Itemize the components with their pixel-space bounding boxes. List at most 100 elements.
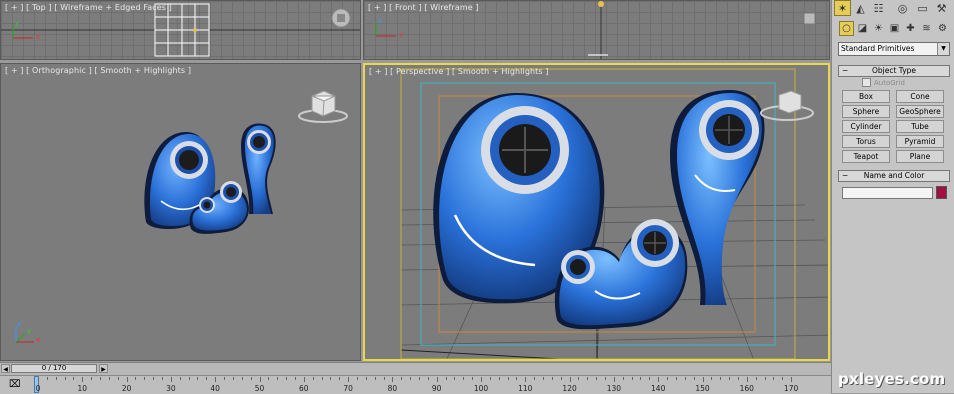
timeline-minor-tick <box>162 377 164 380</box>
timeline-tick-label: 170 <box>783 384 799 393</box>
next-frame-icon[interactable]: ▶ <box>99 364 108 373</box>
object-color-swatch[interactable] <box>936 186 947 199</box>
timeline-tick <box>126 377 128 382</box>
create-icon[interactable]: ✶ <box>834 0 851 16</box>
timeline-minor-tick <box>356 377 358 380</box>
timeline-minor-tick <box>560 377 562 380</box>
timeline-minor-tick <box>64 377 66 380</box>
timeline-tick <box>392 377 394 382</box>
pyramid-button[interactable]: Pyramid <box>896 135 944 148</box>
timeline-tick <box>613 377 615 382</box>
collapse-icon: − <box>842 171 849 180</box>
timeline-minor-tick <box>232 377 234 380</box>
cone-button[interactable]: Cone <box>896 90 944 103</box>
timeline-minor-tick <box>605 377 607 380</box>
plane-button[interactable]: Plane <box>896 150 944 163</box>
timeline-minor-tick <box>551 377 553 380</box>
timeline-minor-tick <box>294 377 296 380</box>
teapot-button[interactable]: Teapot <box>842 150 890 163</box>
timeline-minor-tick <box>711 377 713 380</box>
box-button[interactable]: Box <box>842 90 890 103</box>
autogrid-checkbox[interactable]: AutoGrid <box>862 78 905 87</box>
timeline-tick-label: 0 <box>35 384 41 393</box>
timeline-tick-label: 100 <box>473 384 489 393</box>
geometry-icon[interactable]: ○ <box>839 21 854 36</box>
timeline-minor-tick <box>188 377 190 380</box>
viewport-label[interactable]: [ + ] [ Top ] [ Wireframe + Edged Faces … <box>5 3 172 12</box>
helpers-icon[interactable]: ✚ <box>903 21 918 36</box>
timeline-minor-tick <box>649 377 651 380</box>
timeline-minor-tick <box>516 377 518 380</box>
timeline-minor-tick <box>117 377 119 380</box>
perspective-scene <box>400 68 828 359</box>
cylinder-button[interactable]: Cylinder <box>842 120 890 133</box>
cameras-icon[interactable]: ▣ <box>887 21 902 36</box>
timeline-tick <box>569 377 571 382</box>
timeline-minor-tick <box>339 377 341 380</box>
timeline-tick-label: 90 <box>431 384 442 393</box>
timeline-tick <box>702 377 704 382</box>
timeline-minor-tick <box>463 377 465 380</box>
timeline-minor-tick <box>773 377 775 380</box>
viewport-label[interactable]: [ + ] [ Orthographic ] [ Smooth + Highli… <box>5 66 191 75</box>
timeline-minor-tick <box>268 377 270 380</box>
axis-label-x: x <box>36 33 41 41</box>
chevron-down-icon[interactable]: ▼ <box>937 43 949 55</box>
filter-icon[interactable]: ⌧ <box>9 379 21 390</box>
timeline-minor-tick <box>675 377 677 380</box>
time-slider[interactable]: 0 / 170 <box>11 364 97 373</box>
shapes-icon[interactable]: ◪ <box>855 21 870 36</box>
name-and-color-rollout[interactable]: − Name and Color <box>838 170 950 182</box>
viewport-label[interactable]: [ + ] [ Front ] [ Wireframe ] <box>368 3 479 12</box>
autogrid-label: AutoGrid <box>874 78 905 87</box>
viewport-top[interactable]: [ + ] [ Top ] [ Wireframe + Edged Faces … <box>0 0 361 60</box>
timeline-minor-tick <box>578 377 580 380</box>
timeline-tick <box>215 377 217 382</box>
torus-button[interactable]: Torus <box>842 135 890 148</box>
timeline-minor-tick <box>737 377 739 380</box>
object-type-rollout[interactable]: − Object Type <box>838 65 950 77</box>
motion-icon[interactable]: ◎ <box>894 0 911 16</box>
sphere-button[interactable]: Sphere <box>842 105 890 118</box>
hierarchy-icon[interactable]: ☷ <box>870 0 887 16</box>
geosphere-button[interactable]: GeoSphere <box>896 105 944 118</box>
viewport-orthographic[interactable]: [ + ] [ Orthographic ] [ Smooth + Highli… <box>0 63 361 361</box>
timeline-minor-tick <box>241 377 243 380</box>
watermark-text: pxleyes.com <box>838 370 946 388</box>
prev-frame-icon[interactable]: ◀ <box>1 364 10 373</box>
viewport-perspective[interactable]: [ + ] [ Perspective ] [ Smooth + Highlig… <box>363 63 830 361</box>
spacewarps-icon[interactable]: ≋ <box>919 21 934 36</box>
tube-button[interactable]: Tube <box>896 120 944 133</box>
timeline-minor-tick <box>764 377 766 380</box>
timeline-tick-label: 50 <box>254 384 265 393</box>
timeline-minor-tick <box>144 377 146 380</box>
timeline-minor-tick <box>73 377 75 380</box>
timeline-minor-tick <box>46 377 48 380</box>
category-value: Standard Primitives <box>841 44 915 53</box>
timeline-minor-tick <box>374 377 376 380</box>
viewport-front[interactable]: [ + ] [ Front ] [ Wireframe ] x z <box>363 0 830 60</box>
timeline-tick-label: 70 <box>343 384 353 393</box>
timeline-minor-tick <box>206 377 208 380</box>
timeline-tick-label: 150 <box>695 384 710 393</box>
lights-icon[interactable]: ☀ <box>871 21 886 36</box>
systems-icon[interactable]: ⚙ <box>935 21 950 36</box>
object-name-field[interactable] <box>842 187 933 199</box>
timeline-tick-label: 160 <box>739 384 754 393</box>
timeline-minor-tick <box>153 377 155 380</box>
timeline-minor-tick <box>587 377 589 380</box>
modify-icon[interactable]: ◭ <box>852 0 869 16</box>
utilities-icon[interactable]: ⚒ <box>933 0 950 16</box>
timeline-minor-tick <box>631 377 633 380</box>
timeline-minor-tick <box>418 377 420 380</box>
timeline-minor-tick <box>55 377 57 380</box>
display-icon[interactable]: ▭ <box>914 0 931 16</box>
viewport-label[interactable]: [ + ] [ Perspective ] [ Smooth + Highlig… <box>369 67 549 76</box>
timeline-minor-tick <box>401 377 403 380</box>
timeline-tick <box>259 377 261 382</box>
category-dropdown[interactable]: Standard Primitives ▼ <box>838 42 950 56</box>
track-bar[interactable]: ⌧ 0 10 20 30 40 50 60 70 80 90 100 110 120 130 140 150 1… <box>0 375 831 394</box>
checkbox-box[interactable] <box>862 78 871 87</box>
timeline-tick <box>303 377 305 382</box>
axis-label-y: y <box>27 327 32 335</box>
